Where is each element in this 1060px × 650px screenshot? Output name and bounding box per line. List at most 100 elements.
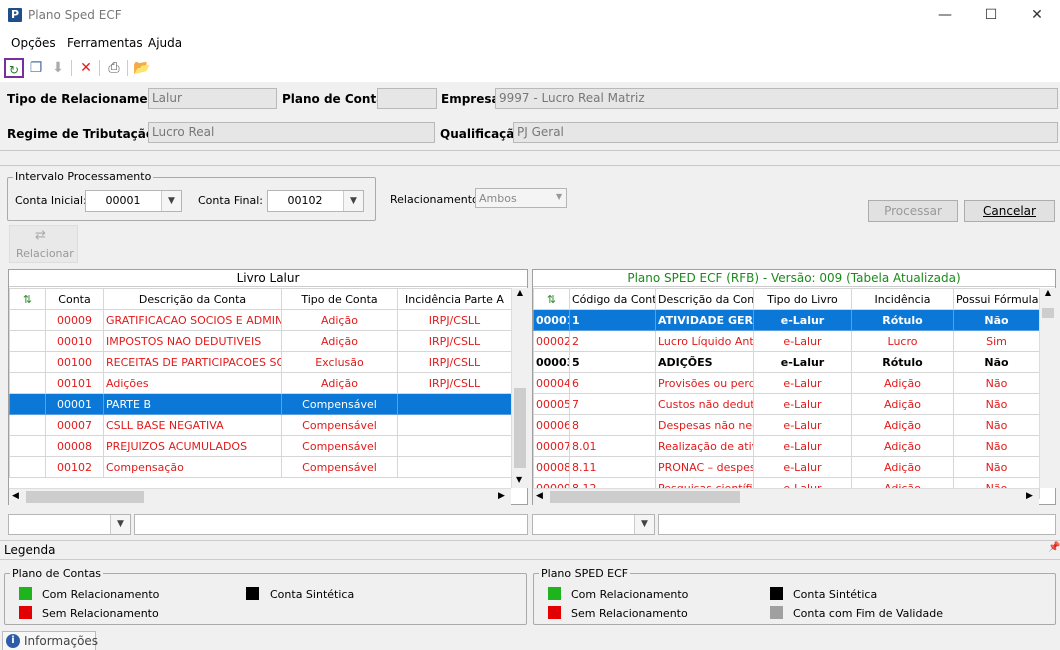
row-indicator[interactable]	[9, 456, 46, 478]
conta-final-select[interactable]: 00102 ▼	[267, 190, 364, 212]
cell-incidencia[interactable]	[397, 414, 512, 436]
cell-incidencia[interactable]: Lucro	[851, 330, 954, 352]
horizontal-scrollbar[interactable]: ◀ ▶	[533, 488, 1039, 505]
cell-conta[interactable]: 00009	[45, 309, 104, 331]
copy-icon[interactable]: ❐	[26, 58, 46, 78]
cell-livro[interactable]: e-Lalur	[753, 393, 852, 415]
cell-codigo[interactable]: 8.11	[569, 456, 656, 478]
table-row[interactable]: 000035ADIÇÕESe-LalurRótuloNão	[533, 351, 1040, 373]
cell-conta[interactable]: 00101	[45, 372, 104, 394]
cell-conta[interactable]: 00010	[45, 330, 104, 352]
cell-id[interactable]: 00002	[533, 330, 570, 352]
chevron-down-icon[interactable]: ▼	[343, 191, 363, 211]
processar-button[interactable]: Processar	[868, 200, 958, 222]
cell-descricao[interactable]: Realização de ativos	[655, 435, 754, 457]
scroll-left-icon[interactable]: ◀	[12, 491, 19, 501]
cell-descricao[interactable]: Adições	[103, 372, 282, 394]
table-row[interactable]: 00008 PREJUIZOS ACUMULADOS Compensável	[9, 435, 512, 457]
cell-incidencia[interactable]: IRPJ/CSLL	[397, 309, 512, 331]
right-filter-input[interactable]	[658, 514, 1056, 535]
relacionamento-select[interactable]: Ambos ▼	[475, 188, 567, 208]
cell-livro[interactable]: e-Lalur	[753, 351, 852, 373]
column-header[interactable]: Tipo de Conta	[281, 288, 398, 310]
cell-incidencia[interactable]: IRPJ/CSLL	[397, 372, 512, 394]
left-filter-input[interactable]	[134, 514, 528, 535]
row-indicator[interactable]	[9, 351, 46, 373]
relacionar-button[interactable]: ⇄ Relacionar	[9, 225, 78, 263]
cell-codigo[interactable]: 2	[569, 330, 656, 352]
cell-codigo[interactable]: 1	[569, 309, 656, 331]
cell-codigo[interactable]: 5	[569, 351, 656, 373]
close-button[interactable]: ✕	[1014, 0, 1060, 30]
cell-incidencia[interactable]: Rótulo	[851, 309, 954, 331]
chevron-down-icon[interactable]: ▼	[161, 191, 181, 211]
cell-tipo[interactable]: Adição	[281, 309, 398, 331]
refresh-icon[interactable]: ↻	[4, 58, 24, 78]
right-filter-select[interactable]: ▼	[532, 514, 655, 535]
cell-incidencia[interactable]: Adição	[851, 393, 954, 415]
cell-descricao[interactable]: PARTE B	[103, 393, 282, 415]
cell-descricao[interactable]: PRONAC – despesas	[655, 456, 754, 478]
cell-incidencia[interactable]: Rótulo	[851, 351, 954, 373]
cell-incidencia[interactable]: Adição	[851, 435, 954, 457]
table-row[interactable]: 00001 PARTE B Compensável	[9, 393, 512, 415]
scroll-left-icon[interactable]: ◀	[536, 491, 543, 501]
table-row[interactable]: 000011ATIVIDADE GERALe-LalurRótuloNão	[533, 309, 1040, 331]
minimize-button[interactable]: —	[922, 0, 968, 30]
menu-ajuda[interactable]: Ajuda	[148, 36, 182, 50]
column-header[interactable]: Descrição da Conta	[655, 288, 754, 310]
cell-tipo[interactable]: Compensável	[281, 456, 398, 478]
cancelar-button[interactable]: Cancelar	[964, 200, 1055, 222]
table-row[interactable]: 000057Custos não dedutíveise-LalurAdição…	[533, 393, 1040, 415]
cell-id[interactable]: 00005	[533, 393, 570, 415]
cell-conta[interactable]: 00001	[45, 393, 104, 415]
delete-icon[interactable]: ✕	[76, 58, 96, 78]
table-row[interactable]: 00009 GRATIFICACAO SOCIOS E ADMINIS Adição…	[9, 309, 512, 331]
cell-conta[interactable]: 00102	[45, 456, 104, 478]
cell-formula[interactable]: Não	[953, 456, 1040, 478]
row-indicator[interactable]	[9, 309, 46, 331]
cell-livro[interactable]: e-Lalur	[753, 309, 852, 331]
chevron-down-icon[interactable]: ▼	[556, 192, 562, 201]
column-header[interactable]: Possui Fórmula	[953, 288, 1040, 310]
scroll-right-icon[interactable]: ▶	[498, 491, 505, 501]
pin-icon[interactable]: 📌	[1048, 542, 1060, 553]
scroll-right-icon[interactable]: ▶	[1026, 491, 1033, 501]
scroll-up-icon[interactable]: ▲	[1040, 288, 1056, 297]
row-indicator[interactable]	[9, 330, 46, 352]
cell-id[interactable]: 00007	[533, 435, 570, 457]
cell-livro[interactable]: e-Lalur	[753, 330, 852, 352]
column-header[interactable]: Incidência Parte A	[397, 288, 512, 310]
cell-tipo[interactable]: Adição	[281, 372, 398, 394]
cell-descricao[interactable]: PREJUIZOS ACUMULADOS	[103, 435, 282, 457]
cell-id[interactable]: 00004	[533, 372, 570, 394]
vertical-scrollbar[interactable]: ▲	[1039, 288, 1056, 488]
cell-conta[interactable]: 00008	[45, 435, 104, 457]
scroll-down-icon[interactable]: ▼	[516, 475, 522, 484]
cell-tipo[interactable]: Compensável	[281, 414, 398, 436]
cell-descricao[interactable]: CSLL BASE NEGATIVA	[103, 414, 282, 436]
table-row[interactable]: 00101 Adições Adição IRPJ/CSLL	[9, 372, 512, 394]
cell-formula[interactable]: Não	[953, 435, 1040, 457]
cell-incidencia[interactable]: IRPJ/CSLL	[397, 351, 512, 373]
cell-tipo[interactable]: Compensável	[281, 393, 398, 415]
row-indicator[interactable]	[9, 435, 46, 457]
cell-livro[interactable]: e-Lalur	[753, 435, 852, 457]
cell-conta[interactable]: 00007	[45, 414, 104, 436]
cell-codigo[interactable]: 6	[569, 372, 656, 394]
cell-formula[interactable]: Não	[953, 309, 1040, 331]
cell-id[interactable]: 00006	[533, 414, 570, 436]
left-filter-select[interactable]: ▼	[8, 514, 131, 535]
cell-descricao[interactable]: Compensação	[103, 456, 282, 478]
menu-opcoes[interactable]: Opções	[11, 36, 56, 50]
column-header[interactable]: Descrição da Conta	[103, 288, 282, 310]
cell-formula[interactable]: Não	[953, 414, 1040, 436]
cell-id[interactable]: 00003	[533, 351, 570, 373]
chevron-down-icon[interactable]: ▼	[110, 515, 130, 534]
row-indicator[interactable]	[9, 393, 46, 415]
cell-descricao[interactable]: Lucro Líquido Antes	[655, 330, 754, 352]
chevron-down-icon[interactable]: ▼	[634, 515, 654, 534]
column-header[interactable]: Conta	[45, 288, 104, 310]
table-row[interactable]: 000068Despesas não necessáriase-LalurAdi…	[533, 414, 1040, 436]
column-header[interactable]: Incidência	[851, 288, 954, 310]
